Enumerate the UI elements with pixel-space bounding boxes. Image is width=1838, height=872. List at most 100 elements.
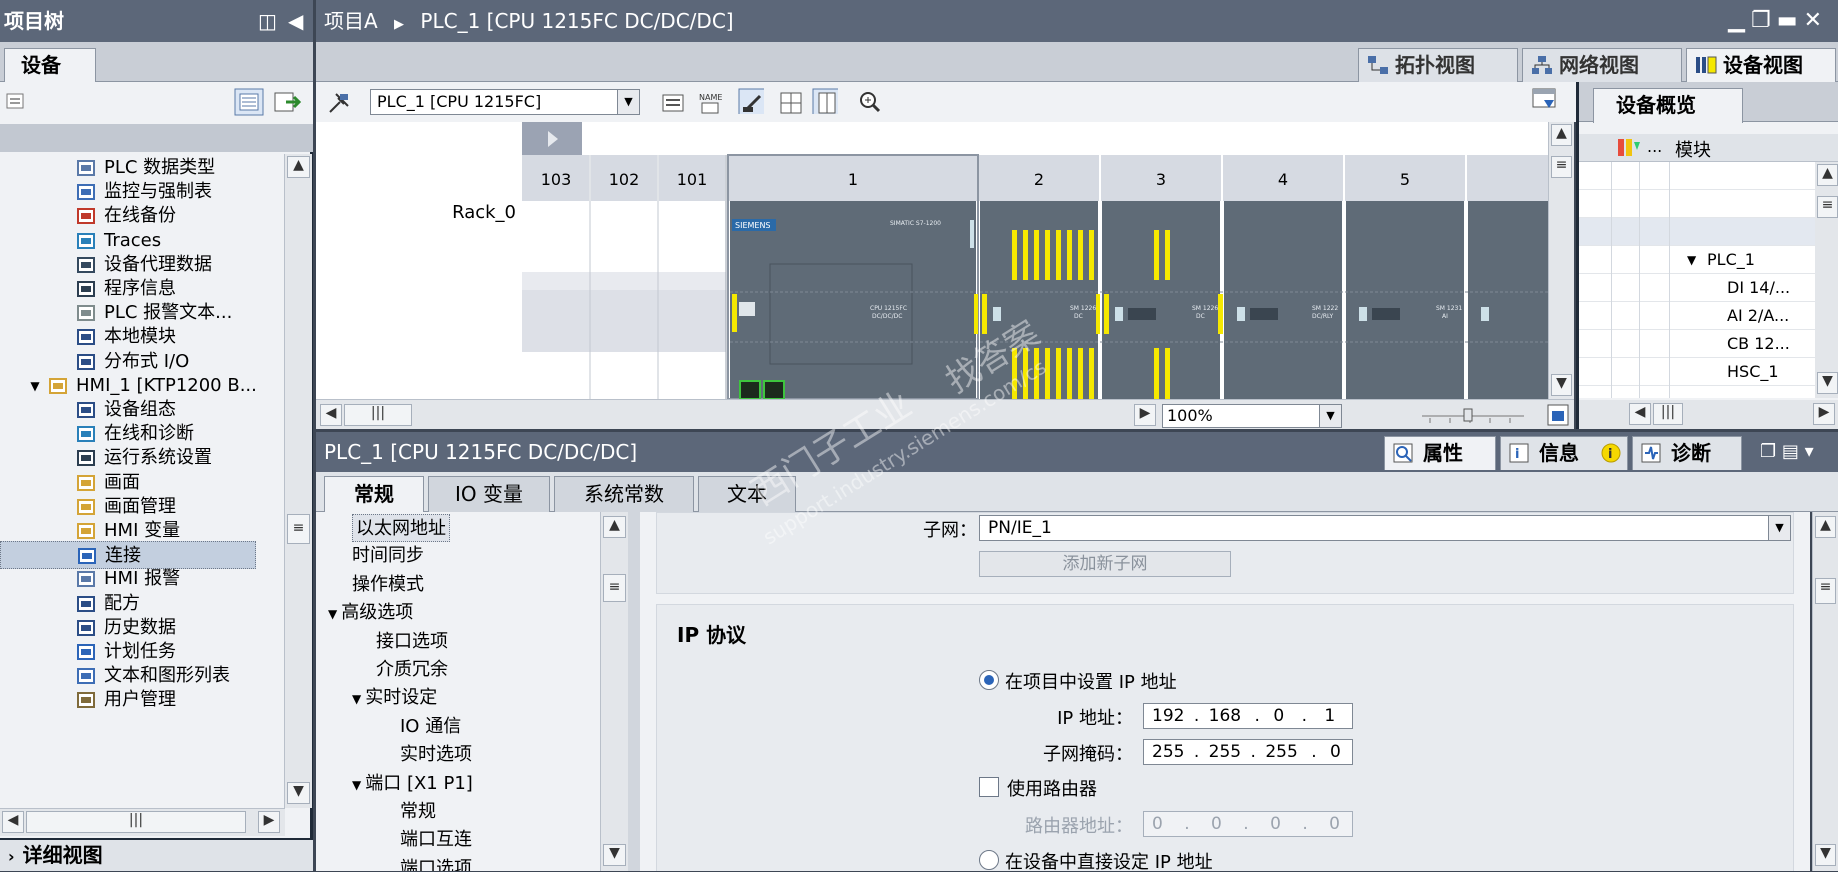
zoom-icon[interactable]	[858, 90, 884, 116]
layout-icon[interactable]	[1530, 86, 1556, 112]
detail-view-bar[interactable]: › 详细视图	[0, 838, 313, 871]
overview-table-icon[interactable]	[234, 88, 264, 116]
collapse-arrow-icon[interactable]: ▼	[352, 778, 361, 792]
table-row[interactable]: AI 2/A...	[1579, 302, 1815, 330]
chevron-down-icon[interactable]: ▼	[617, 90, 639, 114]
h-scroll-thumb[interactable]: |||	[344, 404, 412, 426]
table-row[interactable]: DI 14/...	[1579, 274, 1815, 302]
nav-item[interactable]: 时间同步	[352, 542, 424, 570]
scroll-up-icon[interactable]: ▲	[603, 516, 626, 538]
nav-item[interactable]: ▼ 高级选项	[328, 599, 413, 627]
nav-item[interactable]: 操作模式	[352, 571, 424, 599]
router-address-field[interactable]: 0 . 0 . 0 . 0	[1143, 811, 1353, 837]
tree-item[interactable]: 用户管理	[0, 686, 256, 714]
tree-horizontal-scrollbar[interactable]: ◀ ||| ▶	[0, 808, 285, 836]
draw-tool-icon[interactable]	[738, 88, 764, 114]
sm-module-slot-4[interactable]	[1224, 201, 1342, 399]
table-row[interactable]: CB 12...	[1579, 330, 1815, 358]
breadcrumb-device[interactable]: PLC_1 [CPU 1215FC DC/DC/DC]	[420, 9, 733, 33]
overview-vertical-scrollbar[interactable]: ▲ ≡ ▼	[1815, 162, 1838, 398]
table-row[interactable]	[1579, 218, 1815, 246]
sm-module-slot-3[interactable]	[1102, 201, 1220, 399]
collapse-arrow-icon[interactable]: ▼	[328, 607, 337, 621]
scroll-right-icon[interactable]: ▶	[1813, 403, 1835, 425]
scroll-down-icon[interactable]: ▼	[1815, 844, 1836, 866]
device-canvas[interactable]: 103 102 101 1 2 3 4 5 Rack_0 SIEMENS SIMATIC S7…	[316, 122, 1548, 399]
splitter[interactable]	[628, 512, 640, 871]
zoom-slider[interactable]	[1420, 408, 1526, 424]
restore-icon[interactable]: ❐	[1751, 8, 1777, 33]
scroll-thumb[interactable]: ≡	[603, 574, 626, 602]
maximize-icon[interactable]: ▬	[1777, 8, 1804, 33]
filter-icon[interactable]	[1615, 136, 1641, 160]
tab-devices[interactable]: 设备	[4, 48, 96, 83]
add-subnet-button[interactable]: 添加新子网	[979, 551, 1231, 577]
tab-general[interactable]: 常规	[324, 476, 424, 512]
nav-item[interactable]: 以太网地址	[352, 514, 450, 542]
rack-graphic[interactable]: 103 102 101 1 2 3 4 5 Rack_0 SIEMENS SIMATIC S7…	[316, 122, 1548, 399]
nav-item[interactable]: 介质冗余	[376, 656, 448, 684]
nav-item[interactable]: 常规	[400, 798, 436, 826]
ip-address-field[interactable]: 192 . 168 . 0 . 1	[1143, 703, 1353, 729]
overview-nav-icon[interactable]	[1546, 403, 1570, 427]
tab-info[interactable]: i 信息 i	[1500, 436, 1628, 470]
scroll-up-icon[interactable]: ▲	[287, 156, 310, 178]
chevron-down-icon[interactable]: ▼	[1319, 405, 1341, 427]
export-icon[interactable]	[272, 88, 302, 116]
tab-io-tags[interactable]: IO 变量	[428, 476, 550, 512]
h-scroll-thumb[interactable]: |||	[1653, 403, 1683, 425]
scroll-down-icon[interactable]: ▼	[1817, 372, 1838, 394]
module-labels-icon[interactable]	[660, 90, 686, 116]
grid-icon[interactable]	[778, 90, 804, 116]
expand-arrow-icon[interactable]: ▼	[1687, 246, 1696, 274]
tab-network-view[interactable]: 网络视图	[1522, 48, 1682, 82]
scroll-up-icon[interactable]: ▲	[1551, 124, 1572, 146]
table-row[interactable]	[1579, 162, 1815, 190]
col-module-header[interactable]: 模块	[1675, 136, 1711, 162]
content-vertical-scrollbar[interactable]: ▲ ≡ ▼	[1812, 512, 1838, 871]
canvas-vertical-scrollbar[interactable]: ▲ ≡ ▼	[1548, 122, 1574, 399]
scroll-thumb[interactable]: ≡	[1815, 578, 1836, 604]
scroll-thumb[interactable]: ≡	[287, 514, 310, 544]
scroll-right-icon[interactable]: ▶	[258, 811, 280, 833]
expand-icon[interactable]: ›	[8, 847, 15, 866]
scroll-left-icon[interactable]: ◀	[1629, 403, 1651, 425]
subnet-select[interactable]: PN/IE_1 ▼	[979, 515, 1791, 541]
use-router-checkbox[interactable]	[979, 777, 999, 797]
zoom-selector[interactable]: 100% ▼	[1162, 404, 1342, 428]
chevron-down-icon[interactable]: ▼	[1768, 516, 1790, 540]
col-dots[interactable]: ...	[1647, 137, 1662, 156]
scroll-thumb[interactable]: ≡	[1551, 156, 1572, 178]
set-ip-on-device-radio[interactable]	[979, 850, 999, 870]
split-view-icon[interactable]: ◫	[258, 0, 277, 42]
nav-item[interactable]: ▼ 实时设定	[352, 684, 437, 712]
breadcrumb-project[interactable]: 项目A	[324, 9, 378, 33]
scroll-left-icon[interactable]: ◀	[2, 811, 24, 833]
panel-layout-icon[interactable]: ❐ ▤ ▾	[1760, 432, 1814, 472]
set-ip-in-project-radio[interactable]	[979, 670, 999, 690]
sm-module-slot-6[interactable]	[1468, 201, 1548, 399]
scroll-down-icon[interactable]: ▼	[287, 782, 310, 804]
new-device-icon[interactable]	[4, 90, 28, 114]
table-row[interactable]	[1579, 190, 1815, 218]
scroll-up-icon[interactable]: ▲	[1815, 516, 1836, 538]
scroll-down-icon[interactable]: ▼	[603, 844, 626, 866]
minimize-icon[interactable]: ▁	[1728, 8, 1751, 33]
tab-system-constants[interactable]: 系统常数	[554, 476, 694, 512]
nav-item[interactable]: 接口选项	[376, 628, 448, 656]
scroll-up-icon[interactable]: ▲	[1817, 164, 1838, 186]
device-selector[interactable]: PLC_1 [CPU 1215FC] ▼	[370, 89, 640, 115]
show-names-icon[interactable]: NAME	[698, 90, 724, 116]
tab-device-view[interactable]: 设备视图	[1686, 48, 1836, 82]
scroll-down-icon[interactable]: ▼	[1551, 374, 1572, 396]
tab-texts[interactable]: 文本	[698, 476, 796, 512]
nav-item[interactable]: 端口互连	[400, 826, 472, 854]
close-icon[interactable]: ✕	[1804, 8, 1828, 33]
table-row[interactable]: HSC_1	[1579, 358, 1815, 386]
scroll-right-icon[interactable]: ▶	[1134, 404, 1156, 426]
nav-item[interactable]: ▼ 端口 [X1 P1]	[352, 770, 473, 798]
sm-module-slot-5[interactable]	[1346, 201, 1464, 399]
tab-topology-view[interactable]: 拓扑视图	[1358, 48, 1518, 82]
scroll-thumb[interactable]: ≡	[1817, 196, 1838, 218]
subnet-mask-field[interactable]: 255 . 255 . 255 . 0	[1143, 739, 1353, 765]
